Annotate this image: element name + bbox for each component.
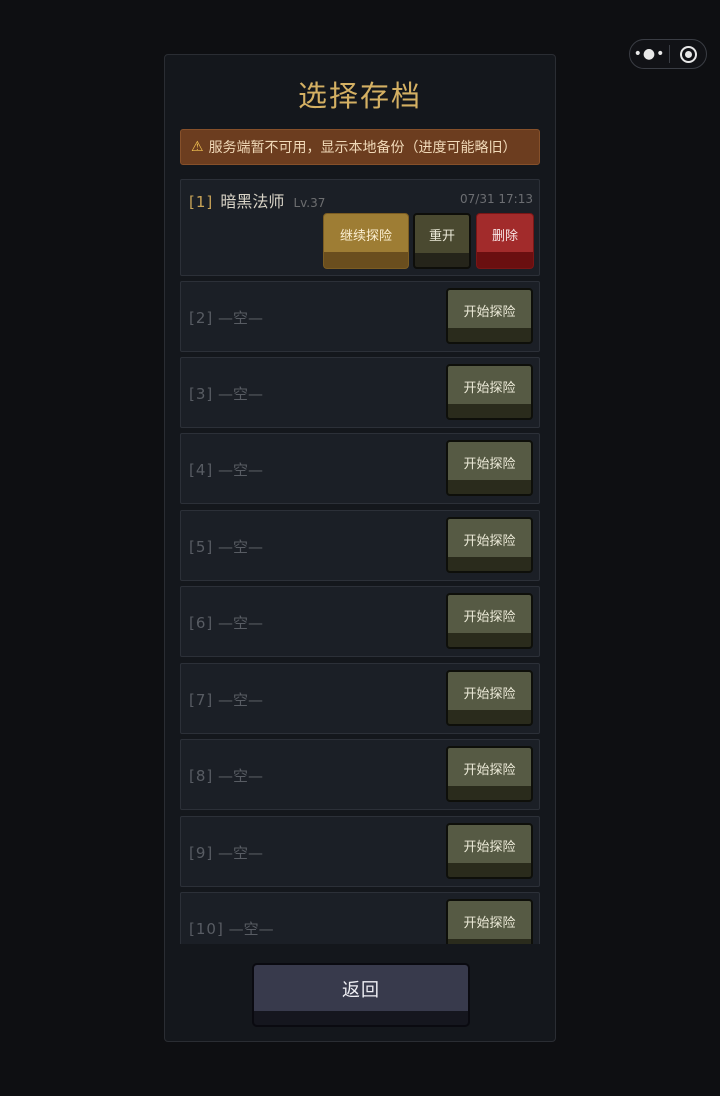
slot-label: [3] —空— (189, 383, 263, 404)
slot-number: [9] (189, 844, 214, 862)
slot-header: [1] 暗黑法师 Lv.37 (189, 188, 325, 212)
slot-number: [10] (189, 920, 224, 938)
warning-text: 服务端暂不可用，显示本地备份（进度可能略旧） (208, 140, 517, 156)
slot-empty-text: —空— (218, 385, 264, 403)
slot-number: [3] (189, 385, 214, 403)
save-slot-empty: [7] —空— 开始探险 (180, 663, 540, 734)
slot-empty-text: —空— (218, 844, 264, 862)
back-button[interactable]: 返回 (252, 963, 470, 1027)
slot-label: [9] —空— (189, 842, 263, 863)
start-adventure-button[interactable]: 开始探险 (446, 899, 533, 944)
save-select-panel: 选择存档 ⚠ 服务端暂不可用，显示本地备份（进度可能略旧） [1] 暗黑法师 L… (164, 54, 556, 1042)
warning-icon: ⚠ (191, 139, 204, 155)
save-slot-empty: [8] —空— 开始探险 (180, 739, 540, 810)
start-adventure-button[interactable]: 开始探险 (446, 364, 533, 420)
slot-label: [6] —空— (189, 612, 263, 633)
save-slot-empty: [4] —空— 开始探险 (180, 433, 540, 504)
slot-label: [5] —空— (189, 536, 263, 557)
character-name: 暗黑法师 (220, 192, 285, 211)
page-title: 选择存档 (297, 79, 422, 113)
save-slot-empty: [2] —空— 开始探险 (180, 281, 540, 352)
more-dots-icon[interactable]: •●• (630, 40, 669, 68)
start-adventure-button[interactable]: 开始探险 (446, 823, 533, 879)
start-adventure-button[interactable]: 开始探险 (446, 517, 533, 573)
slot-number: [7] (189, 691, 214, 709)
save-slot-empty: [9] —空— 开始探险 (180, 816, 540, 887)
target-circle-icon[interactable] (670, 45, 706, 63)
save-slot-empty: [6] —空— 开始探险 (180, 586, 540, 657)
start-adventure-button[interactable]: 开始探险 (446, 440, 533, 496)
slot-empty-text: —空— (218, 691, 264, 709)
slot-empty-text: —空— (218, 461, 264, 479)
slot-empty-text: —空— (218, 767, 264, 785)
slot-number: [5] (189, 538, 214, 556)
save-slot-list[interactable]: [1] 暗黑法师 Lv.37 07/31 17:13 继续探险 重开 删除 [2… (180, 179, 541, 944)
slot-number: [6] (189, 614, 214, 632)
slot-number: [2] (189, 309, 214, 327)
character-level: Lv.37 (293, 196, 326, 210)
slot-empty-text: —空— (228, 920, 274, 938)
continue-adventure-button[interactable]: 继续探险 (323, 213, 409, 269)
save-slot-empty: [5] —空— 开始探险 (180, 510, 540, 581)
slot-empty-text: —空— (218, 309, 264, 327)
delete-button[interactable]: 删除 (476, 213, 534, 269)
slot-empty-text: —空— (218, 538, 264, 556)
slot-empty-text: —空— (218, 614, 264, 632)
slot-label: [8] —空— (189, 765, 263, 786)
target-dot (684, 50, 692, 58)
target-ring (679, 45, 697, 63)
slot-label: [4] —空— (189, 459, 263, 480)
server-warning-banner: ⚠ 服务端暂不可用，显示本地备份（进度可能略旧） (180, 129, 540, 165)
slot-label: [2] —空— (189, 307, 263, 328)
slot-label: [10] —空— (189, 918, 274, 939)
start-adventure-button[interactable]: 开始探险 (446, 670, 533, 726)
slot-label: [7] —空— (189, 689, 263, 710)
slot-number: [8] (189, 767, 214, 785)
start-adventure-button[interactable]: 开始探险 (446, 593, 533, 649)
start-adventure-button[interactable]: 开始探险 (446, 746, 533, 802)
restart-button[interactable]: 重开 (413, 213, 471, 269)
start-adventure-button[interactable]: 开始探险 (446, 288, 533, 344)
save-slot-empty: [10] —空— 开始探险 (180, 892, 540, 944)
slot-number: [4] (189, 461, 214, 479)
slot-number: [1] (189, 193, 214, 211)
miniprogram-capsule: •●• (629, 39, 707, 69)
save-slot-empty: [3] —空— 开始探险 (180, 357, 540, 428)
save-timestamp: 07/31 17:13 (460, 192, 533, 206)
save-slot-1: [1] 暗黑法师 Lv.37 07/31 17:13 继续探险 重开 删除 (180, 179, 540, 276)
